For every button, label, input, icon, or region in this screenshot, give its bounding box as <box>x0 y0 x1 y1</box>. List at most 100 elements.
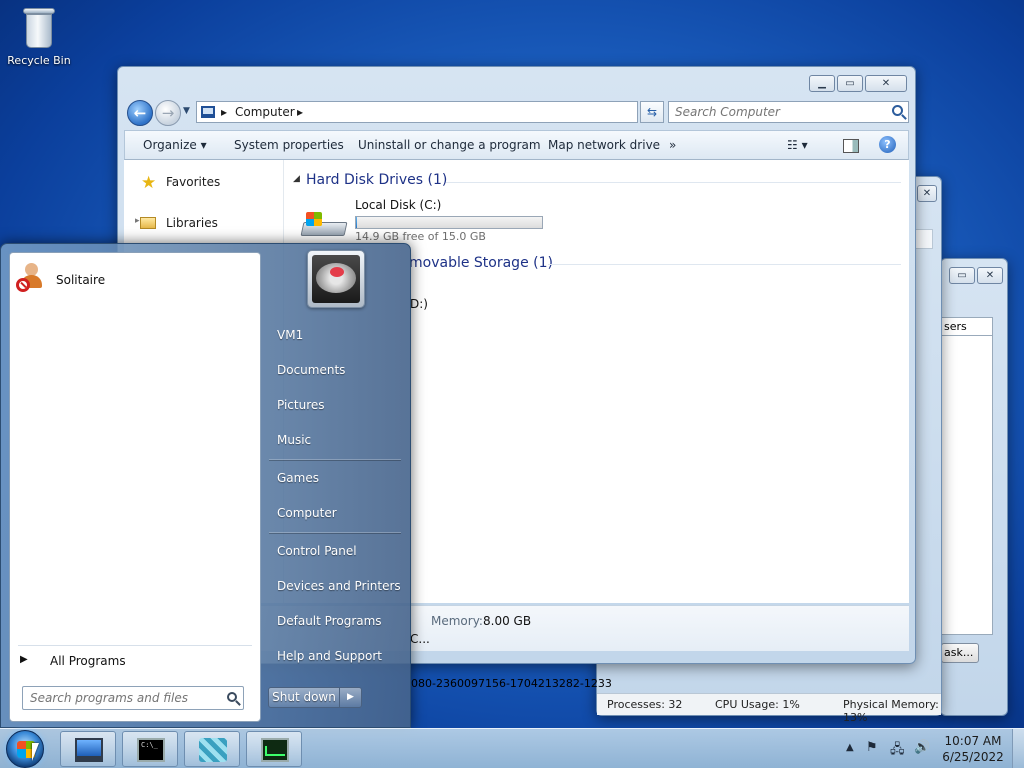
clock-time: 10:07 AM <box>944 734 1002 748</box>
mouse-cursor-icon <box>32 743 46 761</box>
recycle-bin-icon <box>22 6 56 50</box>
task-manager-window[interactable]: ▭ ✕ sers ask... <box>940 258 1008 716</box>
maximize-button[interactable]: ▭ <box>949 267 975 284</box>
system-properties-button[interactable]: System properties <box>234 138 344 152</box>
taskbar-task-manager-button[interactable] <box>246 731 302 767</box>
address-row: ← → ▼ ▸ Computer ▸ ▼ ⇆ <box>124 99 909 126</box>
group-divider <box>446 182 901 183</box>
program-solitaire[interactable]: Solitaire <box>14 259 254 293</box>
nav-libraries[interactable]: ▸ Libraries <box>135 216 218 230</box>
start-item-computer[interactable]: Computer <box>277 506 337 520</box>
shutdown-options-button[interactable]: ▶ <box>339 687 362 708</box>
start-item-help-and-support[interactable]: Help and Support <box>277 649 382 663</box>
recycle-bin-label: Recycle Bin <box>7 54 71 67</box>
view-options-icon[interactable]: ☷ ▾ <box>787 138 808 152</box>
show-hidden-icons[interactable]: ▲ <box>846 742 854 753</box>
divider <box>269 532 401 533</box>
status-bar: Processes: 32 CPU Usage: 1% Physical Mem… <box>597 693 941 724</box>
status-cpu: CPU Usage: 1% <box>715 698 800 711</box>
start-item-documents[interactable]: Documents <box>277 363 345 377</box>
start-item-music[interactable]: Music <box>277 433 311 447</box>
search-icon[interactable] <box>892 105 903 116</box>
command-bar: Organize ▾ System properties Uninstall o… <box>124 130 909 160</box>
solitaire-icon <box>16 263 46 293</box>
local-disk-name[interactable]: Local Disk (C:) <box>355 198 441 212</box>
group-divider <box>548 264 901 265</box>
start-item-pictures[interactable]: Pictures <box>277 398 325 412</box>
start-item-default-programs[interactable]: Default Programs <box>277 614 382 628</box>
breadcrumb-computer[interactable]: Computer <box>235 105 295 119</box>
recycle-bin[interactable]: Recycle Bin <box>4 6 74 67</box>
system-clock[interactable]: 10:07 AM 6/25/2022 <box>940 733 1006 765</box>
start-item-games[interactable]: Games <box>277 471 319 485</box>
volume-icon[interactable]: 🔊 <box>914 740 930 755</box>
end-task-button[interactable]: ask... <box>941 643 979 663</box>
search-input[interactable] <box>675 103 885 121</box>
taskbar-explorer-button[interactable] <box>60 731 116 767</box>
address-bar[interactable]: ▸ Computer ▸ ▼ <box>196 101 703 123</box>
sid-text: 080-2360097156-1704213282-1233 <box>411 677 612 690</box>
computer-icon <box>75 738 103 762</box>
library-icon <box>140 217 156 229</box>
network-icon[interactable]: 🖧 <box>890 740 905 762</box>
close-button[interactable]: ✕ <box>977 267 1003 284</box>
group-hard-disk-drives[interactable]: Hard Disk Drives (1) <box>306 172 447 188</box>
close-button[interactable]: ✕ <box>917 185 937 202</box>
start-menu[interactable]: Solitaire ▶ All Programs VM1 Documents P… <box>0 243 411 728</box>
memory-label: Memory: <box>431 614 483 628</box>
clock-date: 6/25/2022 <box>942 750 1004 764</box>
shutdown-button[interactable]: Shut down <box>268 687 340 708</box>
removable-drive-name[interactable]: D:) <box>410 297 428 311</box>
star-icon: ★ <box>141 173 157 193</box>
uninstall-program-button[interactable]: Uninstall or change a program <box>358 138 541 152</box>
start-item-control-panel[interactable]: Control Panel <box>277 544 357 558</box>
users-panel <box>941 335 993 635</box>
back-button[interactable]: ← <box>127 100 153 126</box>
tab-users[interactable]: sers <box>941 317 993 337</box>
show-desktop-button[interactable] <box>1012 729 1024 768</box>
registry-icon <box>199 738 227 762</box>
status-processes: Processes: 32 <box>607 698 683 711</box>
help-icon[interactable]: ? <box>879 136 896 153</box>
taskbar: ▲ ⚑ 🖧 🔊 10:07 AM 6/25/2022 <box>0 728 1024 768</box>
refresh-button[interactable]: ⇆ <box>640 101 664 123</box>
breadcrumb-separator[interactable]: ▸ <box>221 105 227 119</box>
cmd-icon <box>137 738 165 762</box>
minimize-button[interactable]: ▁ <box>809 75 835 92</box>
programs-pane: Solitaire ▶ All Programs <box>9 252 261 722</box>
task-manager-icon <box>261 738 289 762</box>
local-disk-free: 14.9 GB free of 15.0 GB <box>355 230 486 243</box>
taskbar-registry-button[interactable] <box>184 731 240 767</box>
start-item-vm1[interactable]: VM1 <box>277 328 303 342</box>
computer-icon <box>201 106 215 118</box>
notification-area: ▲ ⚑ 🖧 🔊 <box>840 739 940 759</box>
start-item-devices-and-printers[interactable]: Devices and Printers <box>277 579 401 593</box>
disk-capacity-bar <box>355 216 543 229</box>
collapse-icon[interactable]: ◢ <box>293 174 300 184</box>
nav-favorites[interactable]: ★ Favorites <box>141 173 220 193</box>
processor-partial: C... <box>410 632 430 646</box>
start-search-input[interactable] <box>30 688 220 708</box>
maximize-button[interactable]: ▭ <box>837 75 863 92</box>
recent-pages-dropdown[interactable]: ▼ <box>183 106 190 116</box>
arrow-right-icon: ▶ <box>20 654 28 665</box>
start-search-box[interactable] <box>22 686 244 710</box>
breadcrumb-separator[interactable]: ▸ <box>297 105 303 119</box>
taskbar-cmd-button[interactable] <box>122 731 178 767</box>
group-removable-storage[interactable]: movable Storage (1) <box>409 255 553 271</box>
search-box[interactable] <box>668 101 909 123</box>
search-icon[interactable] <box>227 692 237 702</box>
map-network-drive-button[interactable]: Map network drive <box>548 138 660 152</box>
all-programs-button[interactable]: ▶ All Programs <box>18 653 250 675</box>
close-button[interactable]: ✕ <box>865 75 907 92</box>
status-memory: Physical Memory: 13% <box>843 698 939 724</box>
local-disk-icon <box>300 210 348 238</box>
user-avatar[interactable] <box>307 250 365 308</box>
memory-value: 8.00 GB <box>483 614 532 628</box>
action-center-flag-icon[interactable]: ⚑ <box>866 740 878 755</box>
more-commands-button[interactable]: » <box>669 138 676 152</box>
organize-button[interactable]: Organize ▾ <box>143 138 207 152</box>
preview-pane-icon[interactable] <box>843 139 859 153</box>
divider <box>269 459 401 460</box>
forward-button[interactable]: → <box>155 100 181 126</box>
